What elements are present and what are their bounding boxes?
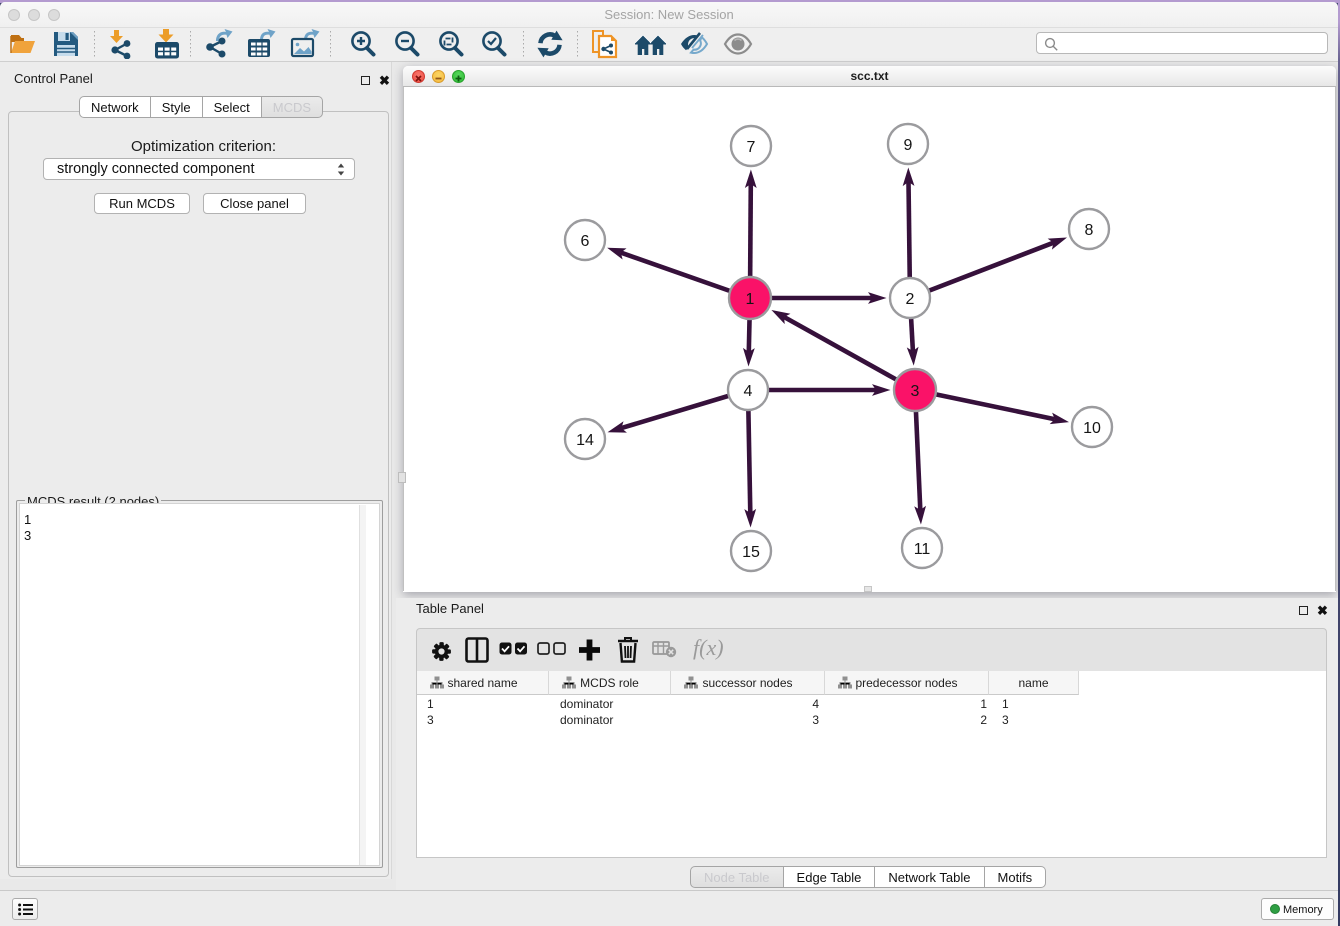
svg-text:6: 6 — [581, 233, 590, 250]
svg-text:1: 1 — [746, 291, 755, 308]
svg-text:3: 3 — [911, 383, 920, 400]
svg-text:9: 9 — [904, 137, 913, 154]
svg-text:7: 7 — [747, 139, 756, 156]
svg-text:10: 10 — [1083, 420, 1101, 437]
svg-text:11: 11 — [914, 541, 931, 558]
svg-text:14: 14 — [576, 432, 594, 449]
svg-text:2: 2 — [906, 291, 915, 308]
svg-text:4: 4 — [744, 383, 753, 400]
svg-text:8: 8 — [1085, 222, 1094, 239]
svg-text:15: 15 — [742, 544, 760, 561]
